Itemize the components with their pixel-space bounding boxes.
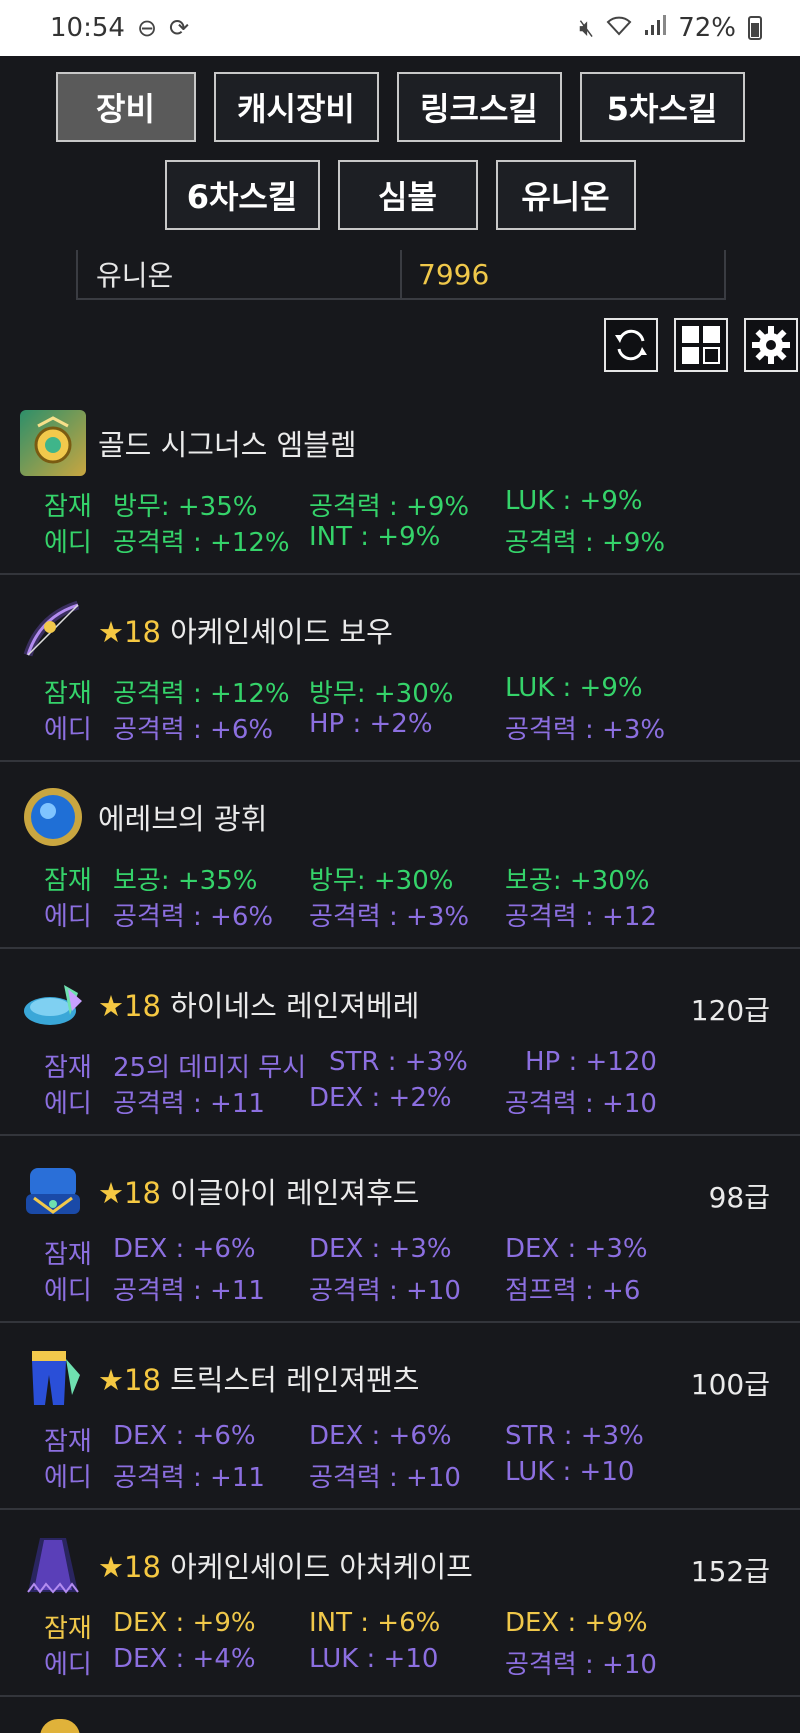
signal-icon	[644, 14, 667, 42]
potential-line: 잠재 DEX : +6% DEX : +3% DEX : +3%	[44, 1234, 648, 1270]
battery-percent: 72%	[678, 13, 736, 43]
list-item[interactable]: ★18 트릭스터 레인져팬츠 100급 잠재 DEX : +6% DEX : +…	[0, 1323, 800, 1510]
additional-line: 에디 공격력 : +6% 공격력 : +3% 공격력 : +12	[44, 902, 657, 932]
item-name: ★18 하이네스 레인져베레	[98, 989, 420, 1023]
list-item[interactable]: 에레브의 광휘 잠재 보공: +35% 방무: +30% 보공: +30% 에디…	[0, 762, 800, 949]
wifi-icon	[606, 14, 632, 42]
additional-line: 에디 공격력 : +11 공격력 : +10 LUK : +10	[44, 1457, 635, 1493]
item-name: ★18 아케인셰이드 아처케이프	[98, 1550, 473, 1584]
tab-6th-skill[interactable]: 6차스킬	[164, 160, 320, 230]
battery-icon	[748, 16, 762, 40]
mute-icon: 🔇︎	[579, 14, 595, 42]
tab-symbol[interactable]: 심볼	[337, 160, 478, 230]
item-grade: 120급	[690, 994, 770, 1027]
additional-line: 에디 공격력 : +6% HP : +2% 공격력 : +3%	[44, 709, 666, 745]
list-item[interactable]: ★18 아케인셰이드 보우 잠재 공격력 : +12% 방무: +30% LUK…	[0, 575, 800, 762]
potential-line: 잠재 방무: +35% 공격력 : +9% LUK : +9%	[44, 486, 643, 522]
tab-bar: 장비 캐시장비 링크스킬 5차스킬 6차스킬 심볼 유니온	[0, 72, 800, 248]
union-label: 유니온	[78, 250, 402, 298]
item-name: 에레브의 광휘	[98, 802, 268, 836]
toolbar	[604, 318, 798, 372]
potential-line: 잠재 25의 데미지 무시 STR : +3% HP : +120	[44, 1047, 657, 1083]
tab-5th-skill[interactable]: 5차스킬	[579, 72, 745, 142]
list-item-partial[interactable]	[0, 1697, 800, 1733]
settings-button[interactable]	[744, 318, 798, 372]
item-grade: 152급	[690, 1555, 770, 1588]
tab-cash-equipment[interactable]: 캐시장비	[213, 72, 379, 142]
pants-icon	[20, 1345, 86, 1411]
item-name: ★18 아케인셰이드 보우	[98, 615, 393, 649]
grid-icon	[682, 326, 720, 364]
additional-line: 에디 공격력 : +11 DEX : +2% 공격력 : +10	[44, 1083, 657, 1119]
additional-line: 에디 공격력 : +11 공격력 : +10 점프력 : +6	[44, 1276, 641, 1306]
item-name: 골드 시그너스 엠블렘	[98, 428, 357, 462]
potential-line: 잠재 보공: +35% 방무: +30% 보공: +30%	[44, 866, 650, 896]
item-icon-partial	[40, 1719, 80, 1733]
cape-icon	[20, 1532, 86, 1598]
potential-line: 잠재 공격력 : +12% 방무: +30% LUK : +9%	[44, 673, 643, 709]
union-value: 7996	[418, 257, 490, 291]
list-item[interactable]: ★18 하이네스 레인져베레 120급 잠재 25의 데미지 무시 STR : …	[0, 949, 800, 1136]
list-item[interactable]: 골드 시그너스 엠블렘 잠재 방무: +35% 공격력 : +9% LUK : …	[0, 388, 800, 575]
equipment-list: 골드 시그너스 엠블렘 잠재 방무: +35% 공격력 : +9% LUK : …	[0, 388, 800, 1733]
badge-icon	[20, 784, 86, 850]
refresh-icon	[615, 329, 647, 361]
item-grade: 98급	[708, 1181, 770, 1214]
list-item[interactable]: ★18 아케인셰이드 아처케이프 152급 잠재 DEX : +9% INT :…	[0, 1510, 800, 1697]
layout-button[interactable]	[674, 318, 728, 372]
status-bar: 10:54 ⊖ ⟳ 🔇︎ 72%	[0, 0, 800, 56]
clock: 10:54	[50, 13, 125, 43]
additional-line: 에디 공격력 : +12% INT : +9% 공격력 : +9%	[44, 522, 666, 558]
additional-line: 에디 DEX : +4% LUK : +10 공격력 : +10	[44, 1644, 657, 1680]
potential-line: 잠재 DEX : +6% DEX : +6% STR : +3%	[44, 1421, 644, 1457]
refresh-button[interactable]	[604, 318, 658, 372]
emblem-icon	[20, 410, 86, 476]
union-level-row: 유니온 7996	[76, 250, 726, 300]
beret-icon	[20, 971, 86, 1037]
list-item[interactable]: ★18 이글아이 레인져후드 98급 잠재 DEX : +6% DEX : +3…	[0, 1136, 800, 1323]
settings-icon	[752, 326, 790, 364]
item-grade: 100급	[690, 1368, 770, 1401]
rotate-icon: ⟳	[169, 14, 190, 42]
item-name: ★18 트릭스터 레인져팬츠	[98, 1363, 420, 1397]
item-name: ★18 이글아이 레인져후드	[98, 1176, 420, 1210]
bow-icon	[20, 597, 86, 663]
dnd-icon: ⊖	[136, 14, 158, 42]
potential-line: 잠재 DEX : +9% INT : +6% DEX : +9%	[44, 1608, 648, 1644]
hood-icon	[20, 1158, 86, 1224]
tab-union[interactable]: 유니온	[495, 160, 636, 230]
tab-equipment[interactable]: 장비	[55, 72, 196, 142]
tab-link-skill[interactable]: 링크스킬	[396, 72, 562, 142]
